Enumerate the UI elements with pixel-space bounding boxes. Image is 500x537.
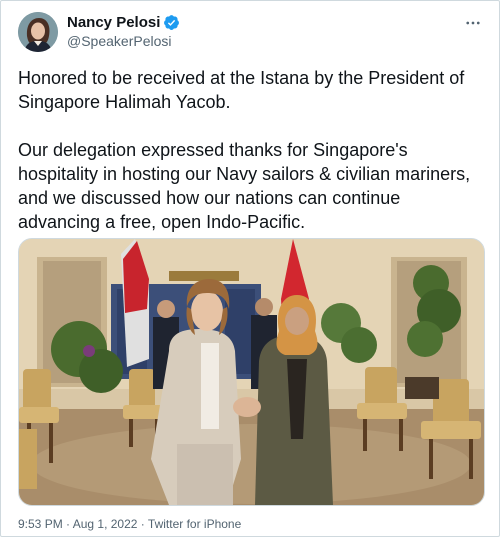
avatar[interactable] — [18, 12, 58, 52]
tweet-date[interactable]: Aug 1, 2022 — [73, 517, 138, 531]
meta-separator: · — [137, 517, 148, 531]
author-handle[interactable]: @SpeakerPelosi — [67, 33, 172, 49]
more-options-icon[interactable] — [463, 13, 483, 33]
verified-badge-icon — [163, 14, 180, 31]
meta-separator: · — [62, 517, 73, 531]
tweet-source[interactable]: Twitter for iPhone — [148, 517, 241, 531]
tweet-photo[interactable] — [18, 238, 485, 506]
tweet-paragraph: Honored to be received at the Istana by … — [18, 68, 465, 112]
author-name[interactable]: Nancy Pelosi — [67, 14, 180, 31]
tweet-card: Nancy Pelosi @SpeakerPelosi Honored to b… — [0, 0, 500, 537]
tweet-time[interactable]: 9:53 PM — [18, 517, 63, 531]
author-name-text: Nancy Pelosi — [67, 14, 161, 31]
tweet-paragraph: Our delegation expressed thanks for Sing… — [18, 140, 471, 232]
tweet-meta: 9:53 PM · Aug 1, 2022 · Twitter for iPho… — [18, 517, 241, 531]
tweet-text: Honored to be received at the Istana by … — [18, 66, 483, 234]
